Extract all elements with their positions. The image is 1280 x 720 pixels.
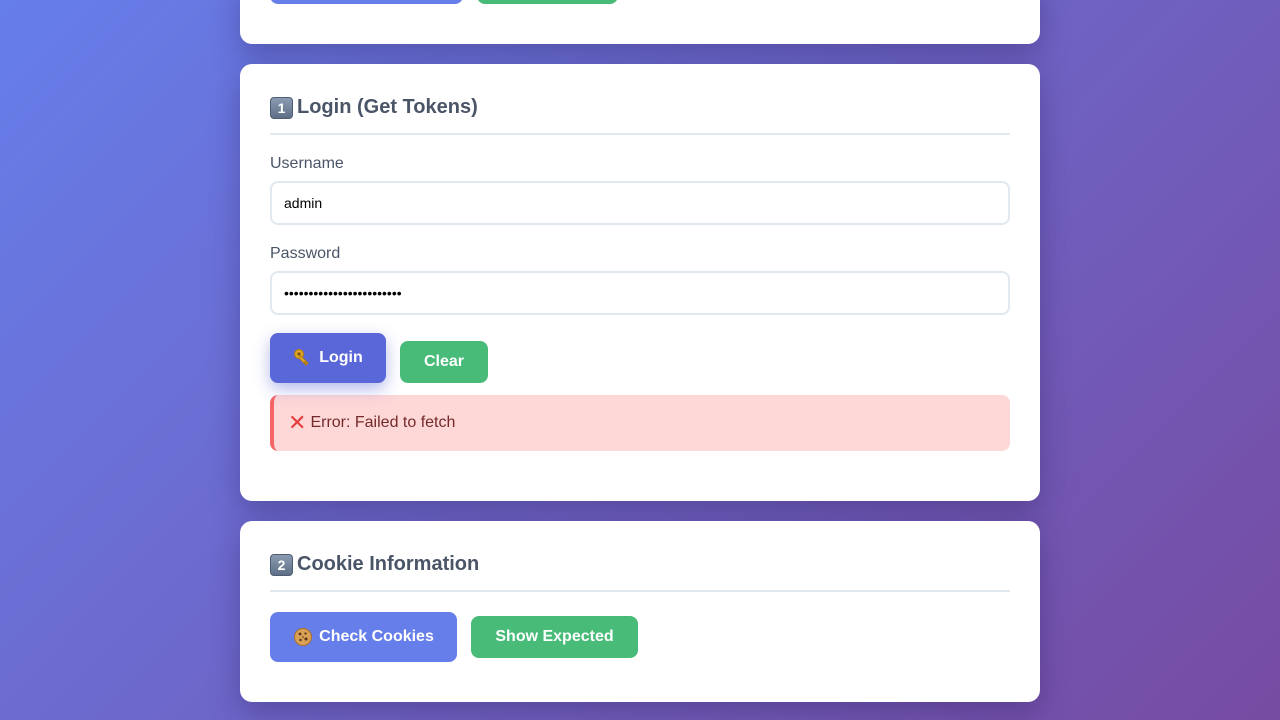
password-label: Password [270,245,341,262]
number-two-icon: 2 [270,553,293,576]
login-title-text: Login (Get Tokens) [297,96,478,118]
login-button[interactable]: Login [270,333,386,383]
error-text: Error: Failed to fetch [310,414,456,431]
cookie-icon [293,627,313,647]
cookie-card: 2 Cookie Information Check Cookies Show … [240,521,1040,702]
password-input[interactable] [270,271,1010,315]
key-icon [293,348,313,368]
cookie-button-row: Check Cookies Show Expected [270,612,1010,662]
check-cookies-label: Check Cookies [319,628,434,645]
number-one-icon: 1 [270,96,293,119]
previous-primary-button[interactable] [270,0,463,4]
username-input[interactable] [270,181,1010,225]
cookie-section-title: 2 Cookie Information [270,551,1010,592]
login-card: 1 Login (Get Tokens) Username Password L… [240,64,1040,501]
error-message: ✕ Error: Failed to fetch [270,395,1010,451]
username-label: Username [270,155,344,172]
login-button-label: Login [319,349,363,366]
login-button-row: Login Clear [270,333,1010,383]
previous-card [240,0,1040,44]
show-expected-button[interactable]: Show Expected [471,616,638,658]
previous-secondary-button[interactable] [477,0,618,4]
cookie-title-text: Cookie Information [297,553,480,575]
login-section-title: 1 Login (Get Tokens) [270,94,1010,135]
cross-mark-icon: ✕ [288,410,307,435]
check-cookies-button[interactable]: Check Cookies [270,612,457,662]
clear-button[interactable]: Clear [400,341,488,383]
